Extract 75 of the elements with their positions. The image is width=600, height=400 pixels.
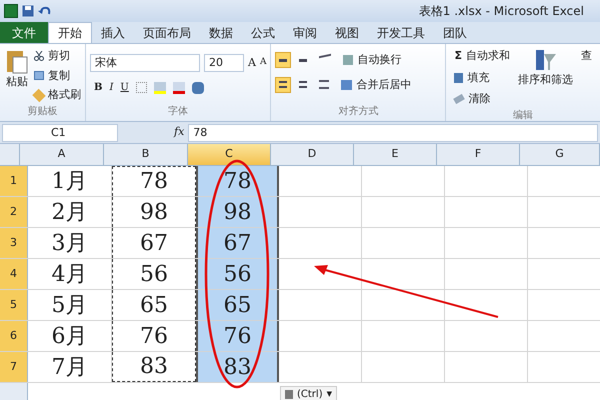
merge-center-button[interactable]: 合并后居中 [356, 76, 412, 93]
ribbon-tab[interactable]: 页面布局 [134, 22, 200, 43]
row-header[interactable]: 4 [0, 259, 28, 289]
row-header[interactable]: 2 [0, 197, 28, 227]
table-cell: 1月 [28, 166, 112, 196]
column-header[interactable]: E [354, 144, 437, 165]
group-label: 编辑 [512, 108, 534, 122]
font-name-field[interactable]: 宋体 [90, 54, 200, 72]
ribbon-tab[interactable]: 插入 [92, 22, 134, 43]
group-label: 剪贴板 [26, 104, 58, 119]
table-cell: 7月 [28, 352, 112, 382]
ribbon-tab[interactable]: 数据 [200, 22, 242, 43]
window-title: 表格1 .xlsx - Microsoft Excel [418, 3, 584, 20]
row-header[interactable]: 5 [0, 290, 28, 320]
autosum-button[interactable]: 自动求和 [466, 48, 510, 64]
ribbon-tab[interactable]: 团队 [434, 22, 476, 43]
paste-button[interactable]: 粘贴 [6, 74, 28, 90]
table-cell: 83 [196, 352, 279, 382]
underline-button[interactable]: U [120, 80, 129, 95]
sigma-icon: Σ [454, 48, 462, 64]
table-cell: 76 [196, 321, 279, 351]
table-cell: 5月 [28, 290, 112, 320]
file-tab[interactable]: 文件 [0, 22, 48, 43]
column-header[interactable]: A [20, 144, 104, 165]
scissors-icon [34, 51, 44, 62]
grow-font-icon[interactable]: A [248, 54, 256, 72]
table-cell: 3月 [28, 228, 112, 258]
table-cell: 65 [196, 290, 279, 320]
ribbon-tab[interactable]: 视图 [326, 22, 368, 43]
bold-button[interactable]: B [94, 80, 102, 95]
column-header[interactable]: D [271, 144, 354, 165]
font-color-icon[interactable] [172, 82, 185, 94]
sort-filter-button[interactable]: 排序和筛选 [518, 72, 573, 88]
table-cell: 4月 [28, 259, 112, 289]
shrink-font-icon[interactable]: A [260, 56, 266, 70]
column-header[interactable]: F [437, 144, 520, 165]
align-button[interactable] [275, 52, 292, 68]
fill-color-icon[interactable] [154, 82, 166, 94]
border-icon[interactable] [136, 82, 147, 93]
save-icon[interactable] [22, 5, 34, 17]
table-cell: 6月 [28, 321, 112, 351]
column-header[interactable]: G [520, 144, 600, 165]
paste-options-label: (Ctrl) [297, 388, 323, 400]
formula-field[interactable]: 78 [188, 124, 598, 142]
row-header[interactable]: 3 [0, 228, 28, 258]
italic-button[interactable]: I [109, 80, 114, 95]
name-box[interactable]: C1 [2, 124, 118, 142]
fill-button[interactable]: 填充 [467, 70, 490, 86]
row-header[interactable]: 6 [0, 321, 28, 351]
undo-icon[interactable] [38, 5, 52, 17]
align-button[interactable] [275, 76, 292, 93]
table-cell: 56 [196, 259, 279, 289]
table-cell: 98 [196, 197, 279, 227]
clear-button[interactable]: 清除 [468, 91, 490, 108]
function-icon[interactable]: fx [174, 124, 184, 141]
sort-filter-icon[interactable] [534, 48, 558, 72]
table-cell: 78 [196, 166, 279, 196]
row-header[interactable]: 1 [0, 166, 28, 196]
row-header[interactable]: 7 [0, 352, 28, 382]
indent-icon[interactable] [319, 80, 330, 90]
find-button[interactable]: 查 [581, 48, 592, 108]
ribbon-tab[interactable]: 开发工具 [368, 22, 434, 43]
ribbon-tab[interactable]: 公式 [242, 22, 284, 43]
copy-button[interactable]: 复制 [48, 68, 70, 84]
format-painter-button[interactable]: 格式刷 [48, 87, 81, 104]
group-label: 对齐方式 [337, 104, 380, 119]
wrap-text-button[interactable]: 自动换行 [357, 52, 402, 68]
font-size-field[interactable]: 20 [204, 54, 244, 72]
ribbon-tab[interactable]: 审阅 [284, 22, 326, 43]
cut-button[interactable]: 剪切 [48, 48, 70, 64]
column-header[interactable]: C [188, 144, 271, 165]
ribbon-tab[interactable]: 开始 [48, 22, 92, 43]
group-label: 字体 [167, 104, 190, 119]
table-cell: 2月 [28, 197, 112, 227]
table-cell: 67 [196, 228, 279, 258]
